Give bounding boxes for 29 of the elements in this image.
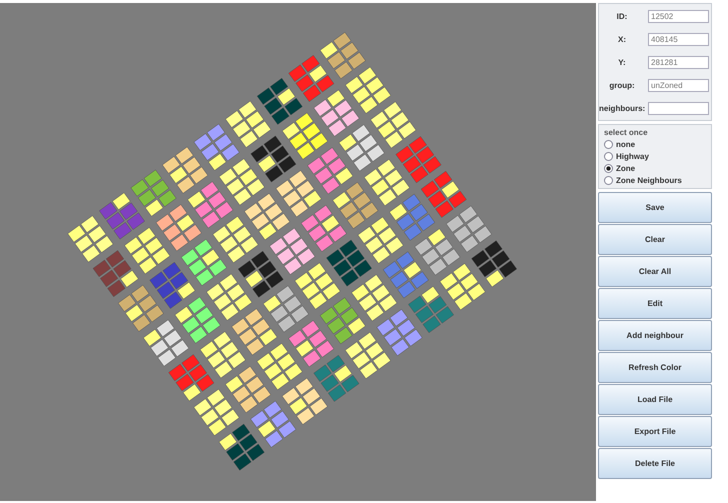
field-label: neighbours: [599, 104, 646, 112]
input-field[interactable]: 281281 [648, 56, 709, 68]
radio-label[interactable]: none [616, 140, 636, 149]
action-button[interactable]: Clear All [598, 256, 712, 287]
group-title: select once [604, 128, 649, 137]
action-button[interactable]: Clear [598, 224, 712, 255]
input-field[interactable] [648, 102, 709, 114]
radio-button[interactable] [604, 140, 613, 149]
field-label: ID: [616, 12, 628, 20]
radio-button[interactable] [604, 164, 613, 173]
action-button[interactable]: Load File [598, 384, 712, 415]
field-label: group: [608, 80, 636, 90]
field-label: Y: [617, 58, 627, 66]
radio-label[interactable]: Highway [616, 152, 649, 161]
map-canvas[interactable] [0, 3, 596, 501]
radio-button[interactable] [604, 176, 613, 185]
input-field[interactable]: 12502 [648, 10, 709, 22]
action-button[interactable]: Refresh Color [598, 352, 712, 383]
action-button[interactable]: Save [598, 192, 712, 223]
field-label: X: [617, 34, 627, 44]
action-button[interactable]: Delete File [598, 448, 712, 479]
input-field[interactable]: unZoned [648, 78, 709, 92]
input-field[interactable]: 408145 [648, 32, 709, 46]
radio-label[interactable]: Zone [616, 164, 636, 173]
radio-button[interactable] [604, 152, 613, 161]
action-button[interactable]: Edit [598, 288, 712, 319]
action-button[interactable]: Export File [598, 416, 712, 447]
action-button[interactable]: Add neighbour [598, 320, 712, 351]
radio-label[interactable]: Zone Neighbours [616, 176, 682, 185]
